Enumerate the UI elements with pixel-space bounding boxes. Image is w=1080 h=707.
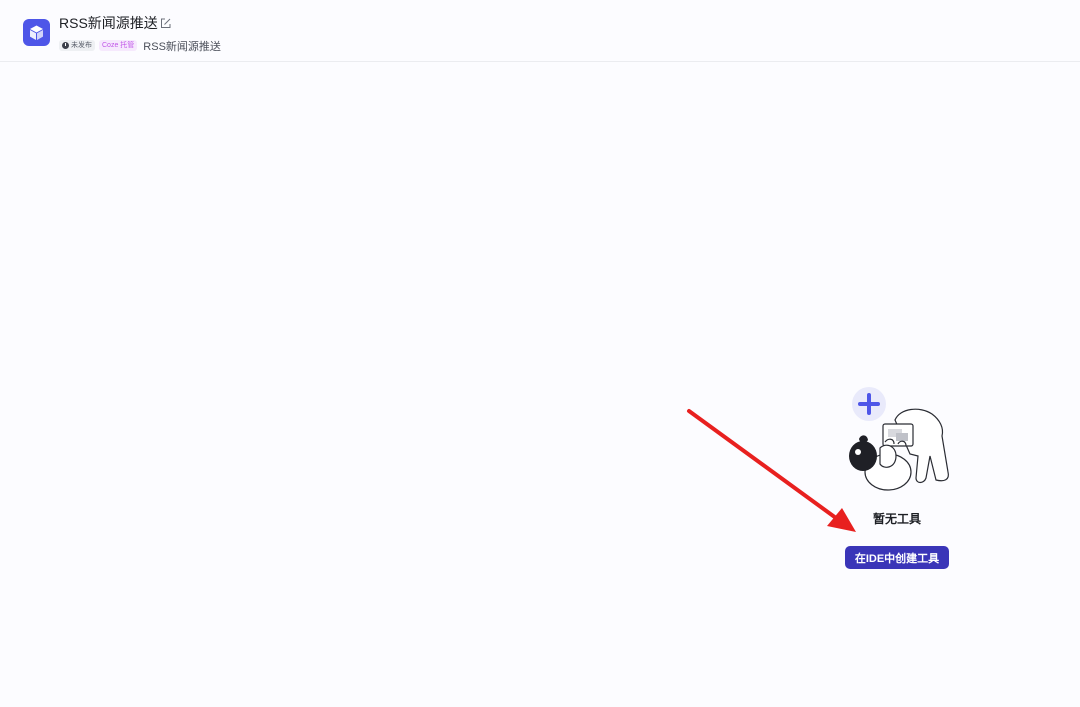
empty-title: 暂无工具	[872, 512, 921, 526]
annotation-arrow	[687, 409, 856, 532]
page-title: RSS新闻源推送	[59, 15, 158, 31]
create-tool-in-ide-button[interactable]: 在IDE中创建工具	[845, 546, 949, 569]
clock-icon	[62, 42, 69, 49]
empty-illustration	[840, 384, 956, 496]
meta-row: 未发布 Coze 托管 RSS新闻源推送	[59, 39, 221, 53]
subtitle: RSS新闻源推送	[143, 40, 221, 53]
header: RSS新闻源推送 未发布 Coze 托管 RSS新闻源推送	[0, 0, 1080, 62]
status-badge: 未发布	[59, 40, 95, 51]
cube-icon	[23, 19, 50, 46]
app-root: RSS新闻源推送 未发布 Coze 托管 RSS新闻源推送 暂无工具 在IDE中…	[0, 0, 1080, 707]
status-badge-label: 未发布	[71, 42, 92, 49]
hosted-badge: Coze 托管	[99, 40, 138, 51]
edit-icon[interactable]	[159, 17, 172, 30]
